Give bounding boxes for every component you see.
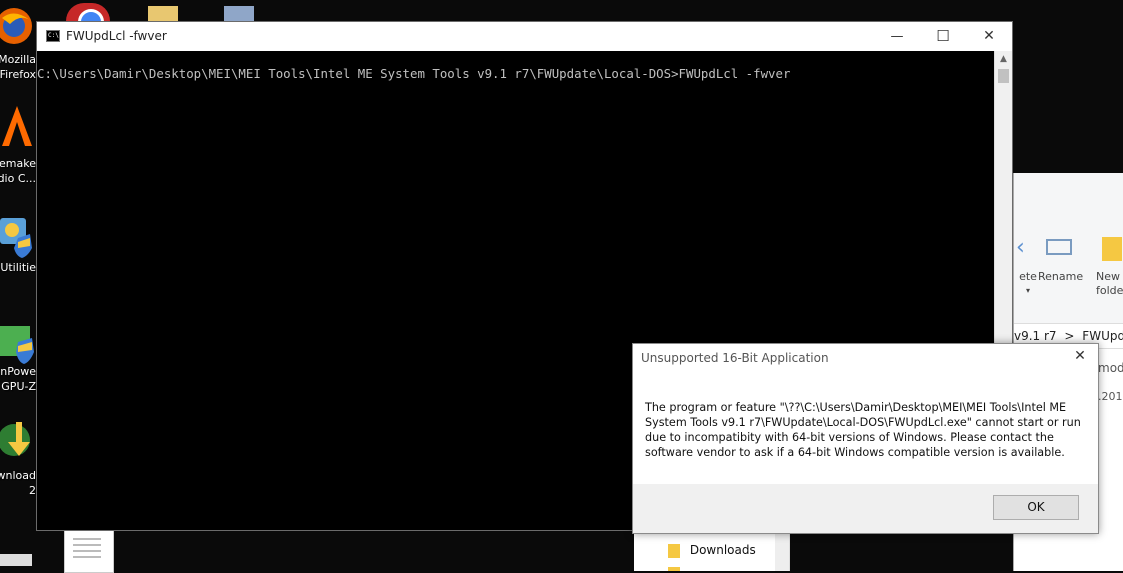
document-lines <box>73 538 101 540</box>
document-icon[interactable] <box>64 527 114 573</box>
minimize-button[interactable]: — <box>874 22 920 51</box>
explorer-nav-pane: Downloads <box>634 533 790 571</box>
desktop-icon-utilities[interactable]: nUtilitie <box>0 208 40 278</box>
desktop-icon-label: wnload 2 <box>0 469 36 497</box>
explorer-ribbon: ‹ ete ▾ Rename New folde <box>1014 173 1123 323</box>
dialog-footer: OK <box>633 484 1098 533</box>
desktop-icon-firefox[interactable]: Mozilla Firefox <box>0 0 40 85</box>
desktop-icon-partial-bottom[interactable] <box>0 554 32 566</box>
dialog-close-button[interactable]: ✕ <box>1070 348 1090 364</box>
desktop-icon-label: eemake dio C... <box>0 157 36 185</box>
desktop-icon-partial-3[interactable] <box>224 6 254 21</box>
console-titlebar[interactable]: C:\ FWUpdLcl -fwver — ☐ ✕ <box>37 22 1012 51</box>
new-folder-icon <box>1102 237 1122 261</box>
gpuz-shield-icon <box>0 322 34 364</box>
close-icon: ✕ <box>983 28 995 44</box>
desktop-icon-gpuz[interactable]: nPowe GPU-Z <box>0 320 40 400</box>
minimize-icon: — <box>890 29 904 44</box>
nav-pane-scrollbar[interactable] <box>775 533 789 571</box>
scrollbar-thumb[interactable] <box>998 69 1009 83</box>
nav-item-label: Downloads <box>689 543 756 557</box>
nav-item-downloads[interactable]: Downloads <box>668 543 756 561</box>
close-icon: ✕ <box>1074 348 1086 364</box>
chrome-icon <box>78 9 104 21</box>
desktop-icon-partial-1[interactable] <box>66 3 110 21</box>
breadcrumb-item[interactable]: v9.1 r7 <box>1014 329 1057 343</box>
maximize-icon: ☐ <box>936 27 950 45</box>
dialog-message: The program or feature "\??\C:\Users\Dam… <box>645 401 1081 459</box>
rename-icon <box>1046 239 1072 255</box>
breadcrumb-item[interactable]: FWUpdate <box>1082 329 1123 343</box>
desktop-icon-label: Mozilla Firefox <box>0 53 36 81</box>
command-prompt-icon: C:\ <box>46 30 60 42</box>
ok-button[interactable]: OK <box>993 495 1079 520</box>
utilities-shield-icon <box>0 212 34 258</box>
download-icon <box>0 418 34 456</box>
scroll-up-arrow-icon[interactable]: ▲ <box>995 51 1012 68</box>
maximize-button[interactable]: ☐ <box>920 22 966 51</box>
delete-icon: ‹ <box>1016 235 1025 260</box>
nav-item-partial[interactable] <box>668 567 680 571</box>
desktop-icon-label: nUtilitie <box>0 261 36 274</box>
desktop-icon-partial-2[interactable] <box>148 6 178 21</box>
freemake-icon <box>0 104 34 146</box>
folder-icon <box>668 543 680 558</box>
console-output: C:\Users\Damir\Desktop\MEI\MEI Tools\Int… <box>37 66 791 81</box>
close-button[interactable]: ✕ <box>966 22 1012 51</box>
desktop-icon-freemake[interactable]: eemake dio C... <box>0 100 40 190</box>
file-date: .2014 <box>1098 390 1123 403</box>
desktop-icon-download[interactable]: wnload 2 <box>0 416 40 506</box>
breadcrumb-separator: > <box>1064 329 1075 343</box>
dialog-title: Unsupported 16-Bit Application <box>641 351 829 365</box>
column-header-date-modified[interactable]: mod <box>1098 361 1123 375</box>
window-title: FWUpdLcl -fwver <box>66 29 167 43</box>
firefox-icon <box>0 4 34 44</box>
error-dialog[interactable]: Unsupported 16-Bit Application ✕ The pro… <box>632 343 1099 534</box>
desktop-icon-label: nPowe GPU-Z <box>0 365 36 393</box>
new-folder-button[interactable]: New folde <box>1096 270 1123 298</box>
rename-button[interactable]: Rename <box>1038 270 1083 284</box>
